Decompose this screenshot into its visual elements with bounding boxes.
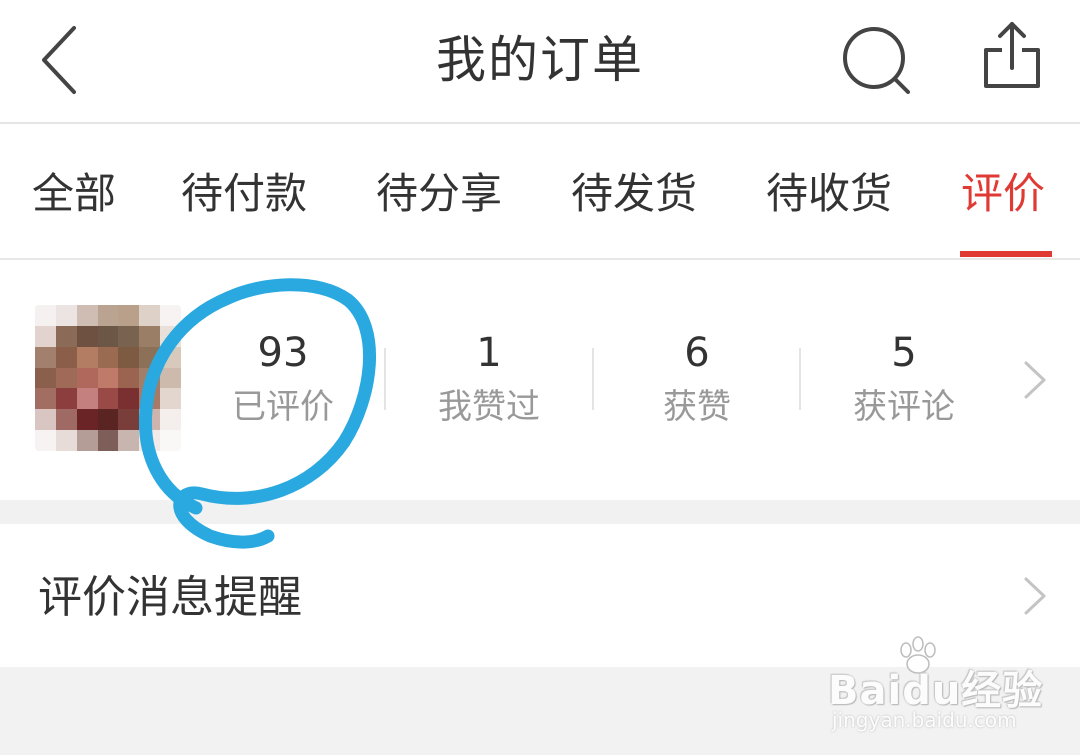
divider — [592, 348, 594, 410]
stat-comments-received-label: 获评论 — [853, 387, 955, 427]
stat-likes-received[interactable]: 6 获赞 — [612, 328, 782, 432]
stat-reviewed-count: 93 — [257, 330, 309, 376]
chevron-right-icon — [1024, 577, 1046, 615]
stat-comments-received-count: 5 — [891, 330, 917, 376]
watermark-url: jingyan.baidu.com — [832, 708, 1017, 732]
tab-pending-payment[interactable]: 待付款 — [181, 164, 307, 224]
top-bar: 我的订单 — [0, 0, 1080, 124]
review-stats: 93 已评价 1 我赞过 6 获赞 5 获评论 — [0, 260, 1080, 500]
stat-likes-received-label: 获赞 — [663, 387, 731, 427]
order-tabs: 全部 待付款 待分享 待发货 待收货 评价 — [0, 124, 1080, 260]
stat-liked[interactable]: 1 我赞过 — [404, 328, 574, 432]
page-title: 我的订单 — [436, 31, 644, 89]
stat-reviewed[interactable]: 93 已评价 — [198, 328, 368, 432]
tab-pending-shipment[interactable]: 待发货 — [571, 164, 697, 224]
tab-pending-receipt[interactable]: 待收货 — [766, 164, 892, 224]
active-tab-indicator — [960, 251, 1052, 257]
stats-more-button[interactable] — [1018, 360, 1052, 400]
divider — [384, 348, 386, 410]
tab-reviews[interactable]: 评价 — [961, 164, 1045, 224]
tab-pending-share[interactable]: 待分享 — [376, 164, 502, 224]
stat-liked-label: 我赞过 — [438, 387, 540, 427]
search-icon — [843, 27, 910, 94]
reminder-chevron — [1018, 576, 1052, 616]
share-icon — [984, 22, 1040, 88]
stat-liked-count: 1 — [476, 330, 502, 376]
search-button[interactable] — [838, 22, 918, 102]
baidu-watermark: Baidu经验 jingyan.baidu.com — [826, 636, 1042, 740]
review-reminder-label: 评价消息提醒 — [38, 572, 302, 623]
stat-reviewed-label: 已评价 — [232, 387, 334, 427]
share-button[interactable] — [978, 18, 1048, 98]
section-divider — [0, 500, 1080, 524]
divider — [799, 348, 801, 410]
stat-likes-received-count: 6 — [684, 330, 710, 376]
tab-all[interactable]: 全部 — [32, 164, 116, 224]
avatar[interactable] — [35, 305, 181, 451]
chevron-right-icon — [1024, 361, 1046, 399]
stat-comments-received[interactable]: 5 获评论 — [819, 328, 989, 432]
